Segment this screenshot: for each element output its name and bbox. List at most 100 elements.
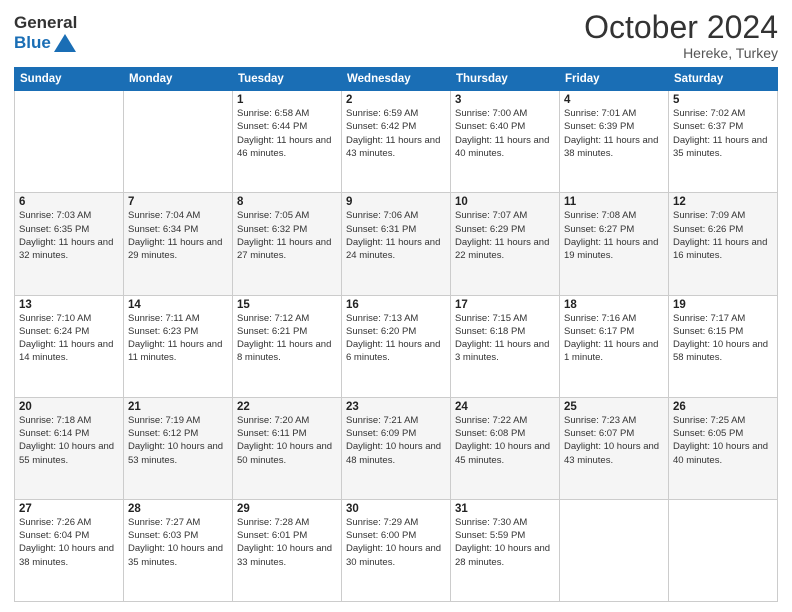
day-info: Sunrise: 7:17 AMSunset: 6:15 PMDaylight:… xyxy=(673,312,773,365)
calendar-cell: 22Sunrise: 7:20 AMSunset: 6:11 PMDayligh… xyxy=(233,397,342,499)
calendar-cell: 7Sunrise: 7:04 AMSunset: 6:34 PMDaylight… xyxy=(124,193,233,295)
calendar-week-1: 1Sunrise: 6:58 AMSunset: 6:44 PMDaylight… xyxy=(15,91,778,193)
day-number: 26 xyxy=(673,401,773,413)
calendar-cell: 28Sunrise: 7:27 AMSunset: 6:03 PMDayligh… xyxy=(124,499,233,601)
day-number: 10 xyxy=(455,196,555,208)
calendar-cell: 17Sunrise: 7:15 AMSunset: 6:18 PMDayligh… xyxy=(451,295,560,397)
day-number: 30 xyxy=(346,503,446,515)
day-number: 4 xyxy=(564,94,664,106)
day-info: Sunrise: 7:04 AMSunset: 6:34 PMDaylight:… xyxy=(128,209,228,262)
day-number: 29 xyxy=(237,503,337,515)
calendar-cell: 5Sunrise: 7:02 AMSunset: 6:37 PMDaylight… xyxy=(669,91,778,193)
day-number: 22 xyxy=(237,401,337,413)
day-info: Sunrise: 7:16 AMSunset: 6:17 PMDaylight:… xyxy=(564,312,664,365)
calendar-cell: 10Sunrise: 7:07 AMSunset: 6:29 PMDayligh… xyxy=(451,193,560,295)
calendar-cell xyxy=(669,499,778,601)
page: General Blue October 2024 Hereke, Turkey… xyxy=(0,0,792,612)
header: General Blue October 2024 Hereke, Turkey xyxy=(14,10,778,61)
calendar-cell: 24Sunrise: 7:22 AMSunset: 6:08 PMDayligh… xyxy=(451,397,560,499)
day-info: Sunrise: 7:28 AMSunset: 6:01 PMDaylight:… xyxy=(237,516,337,569)
day-number: 28 xyxy=(128,503,228,515)
weekday-header-thursday: Thursday xyxy=(451,68,560,91)
day-number: 24 xyxy=(455,401,555,413)
calendar-cell: 26Sunrise: 7:25 AMSunset: 6:05 PMDayligh… xyxy=(669,397,778,499)
day-number: 9 xyxy=(346,196,446,208)
weekday-header-friday: Friday xyxy=(560,68,669,91)
calendar: SundayMondayTuesdayWednesdayThursdayFrid… xyxy=(14,67,778,602)
day-info: Sunrise: 7:23 AMSunset: 6:07 PMDaylight:… xyxy=(564,414,664,467)
calendar-cell: 2Sunrise: 6:59 AMSunset: 6:42 PMDaylight… xyxy=(342,91,451,193)
calendar-cell: 21Sunrise: 7:19 AMSunset: 6:12 PMDayligh… xyxy=(124,397,233,499)
day-number: 18 xyxy=(564,299,664,311)
day-number: 7 xyxy=(128,196,228,208)
day-number: 1 xyxy=(237,94,337,106)
calendar-week-4: 20Sunrise: 7:18 AMSunset: 6:14 PMDayligh… xyxy=(15,397,778,499)
day-number: 11 xyxy=(564,196,664,208)
day-info: Sunrise: 7:29 AMSunset: 6:00 PMDaylight:… xyxy=(346,516,446,569)
calendar-cell: 30Sunrise: 7:29 AMSunset: 6:00 PMDayligh… xyxy=(342,499,451,601)
logo-blue: Blue xyxy=(14,33,51,53)
calendar-cell: 14Sunrise: 7:11 AMSunset: 6:23 PMDayligh… xyxy=(124,295,233,397)
day-info: Sunrise: 7:25 AMSunset: 6:05 PMDaylight:… xyxy=(673,414,773,467)
calendar-cell: 12Sunrise: 7:09 AMSunset: 6:26 PMDayligh… xyxy=(669,193,778,295)
day-number: 17 xyxy=(455,299,555,311)
day-info: Sunrise: 7:27 AMSunset: 6:03 PMDaylight:… xyxy=(128,516,228,569)
day-info: Sunrise: 7:13 AMSunset: 6:20 PMDaylight:… xyxy=(346,312,446,365)
day-number: 8 xyxy=(237,196,337,208)
logo: General Blue xyxy=(14,14,77,53)
calendar-cell: 31Sunrise: 7:30 AMSunset: 5:59 PMDayligh… xyxy=(451,499,560,601)
weekday-header-saturday: Saturday xyxy=(669,68,778,91)
calendar-cell xyxy=(124,91,233,193)
day-info: Sunrise: 7:05 AMSunset: 6:32 PMDaylight:… xyxy=(237,209,337,262)
weekday-header-tuesday: Tuesday xyxy=(233,68,342,91)
day-number: 12 xyxy=(673,196,773,208)
day-number: 25 xyxy=(564,401,664,413)
calendar-cell: 16Sunrise: 7:13 AMSunset: 6:20 PMDayligh… xyxy=(342,295,451,397)
day-info: Sunrise: 7:15 AMSunset: 6:18 PMDaylight:… xyxy=(455,312,555,365)
calendar-cell: 9Sunrise: 7:06 AMSunset: 6:31 PMDaylight… xyxy=(342,193,451,295)
day-info: Sunrise: 7:09 AMSunset: 6:26 PMDaylight:… xyxy=(673,209,773,262)
calendar-week-3: 13Sunrise: 7:10 AMSunset: 6:24 PMDayligh… xyxy=(15,295,778,397)
day-number: 19 xyxy=(673,299,773,311)
calendar-cell: 20Sunrise: 7:18 AMSunset: 6:14 PMDayligh… xyxy=(15,397,124,499)
day-number: 15 xyxy=(237,299,337,311)
day-number: 20 xyxy=(19,401,119,413)
day-info: Sunrise: 7:19 AMSunset: 6:12 PMDaylight:… xyxy=(128,414,228,467)
day-info: Sunrise: 7:06 AMSunset: 6:31 PMDaylight:… xyxy=(346,209,446,262)
day-number: 13 xyxy=(19,299,119,311)
logo-icon xyxy=(54,34,76,52)
calendar-cell: 29Sunrise: 7:28 AMSunset: 6:01 PMDayligh… xyxy=(233,499,342,601)
day-number: 21 xyxy=(128,401,228,413)
day-info: Sunrise: 7:08 AMSunset: 6:27 PMDaylight:… xyxy=(564,209,664,262)
title-section: October 2024 Hereke, Turkey xyxy=(584,10,778,61)
calendar-cell: 4Sunrise: 7:01 AMSunset: 6:39 PMDaylight… xyxy=(560,91,669,193)
day-number: 2 xyxy=(346,94,446,106)
day-info: Sunrise: 7:22 AMSunset: 6:08 PMDaylight:… xyxy=(455,414,555,467)
day-number: 14 xyxy=(128,299,228,311)
day-info: Sunrise: 6:59 AMSunset: 6:42 PMDaylight:… xyxy=(346,107,446,160)
calendar-cell: 27Sunrise: 7:26 AMSunset: 6:04 PMDayligh… xyxy=(15,499,124,601)
day-info: Sunrise: 7:07 AMSunset: 6:29 PMDaylight:… xyxy=(455,209,555,262)
day-number: 6 xyxy=(19,196,119,208)
location: Hereke, Turkey xyxy=(584,45,778,61)
calendar-cell: 8Sunrise: 7:05 AMSunset: 6:32 PMDaylight… xyxy=(233,193,342,295)
day-info: Sunrise: 7:12 AMSunset: 6:21 PMDaylight:… xyxy=(237,312,337,365)
day-number: 5 xyxy=(673,94,773,106)
calendar-week-5: 27Sunrise: 7:26 AMSunset: 6:04 PMDayligh… xyxy=(15,499,778,601)
weekday-header-wednesday: Wednesday xyxy=(342,68,451,91)
day-number: 27 xyxy=(19,503,119,515)
calendar-cell: 1Sunrise: 6:58 AMSunset: 6:44 PMDaylight… xyxy=(233,91,342,193)
day-number: 3 xyxy=(455,94,555,106)
day-info: Sunrise: 7:00 AMSunset: 6:40 PMDaylight:… xyxy=(455,107,555,160)
day-number: 16 xyxy=(346,299,446,311)
calendar-cell xyxy=(560,499,669,601)
day-info: Sunrise: 7:03 AMSunset: 6:35 PMDaylight:… xyxy=(19,209,119,262)
day-info: Sunrise: 7:21 AMSunset: 6:09 PMDaylight:… xyxy=(346,414,446,467)
calendar-cell: 25Sunrise: 7:23 AMSunset: 6:07 PMDayligh… xyxy=(560,397,669,499)
day-number: 23 xyxy=(346,401,446,413)
day-info: Sunrise: 7:11 AMSunset: 6:23 PMDaylight:… xyxy=(128,312,228,365)
calendar-cell: 19Sunrise: 7:17 AMSunset: 6:15 PMDayligh… xyxy=(669,295,778,397)
calendar-week-2: 6Sunrise: 7:03 AMSunset: 6:35 PMDaylight… xyxy=(15,193,778,295)
day-info: Sunrise: 7:02 AMSunset: 6:37 PMDaylight:… xyxy=(673,107,773,160)
weekday-header-sunday: Sunday xyxy=(15,68,124,91)
